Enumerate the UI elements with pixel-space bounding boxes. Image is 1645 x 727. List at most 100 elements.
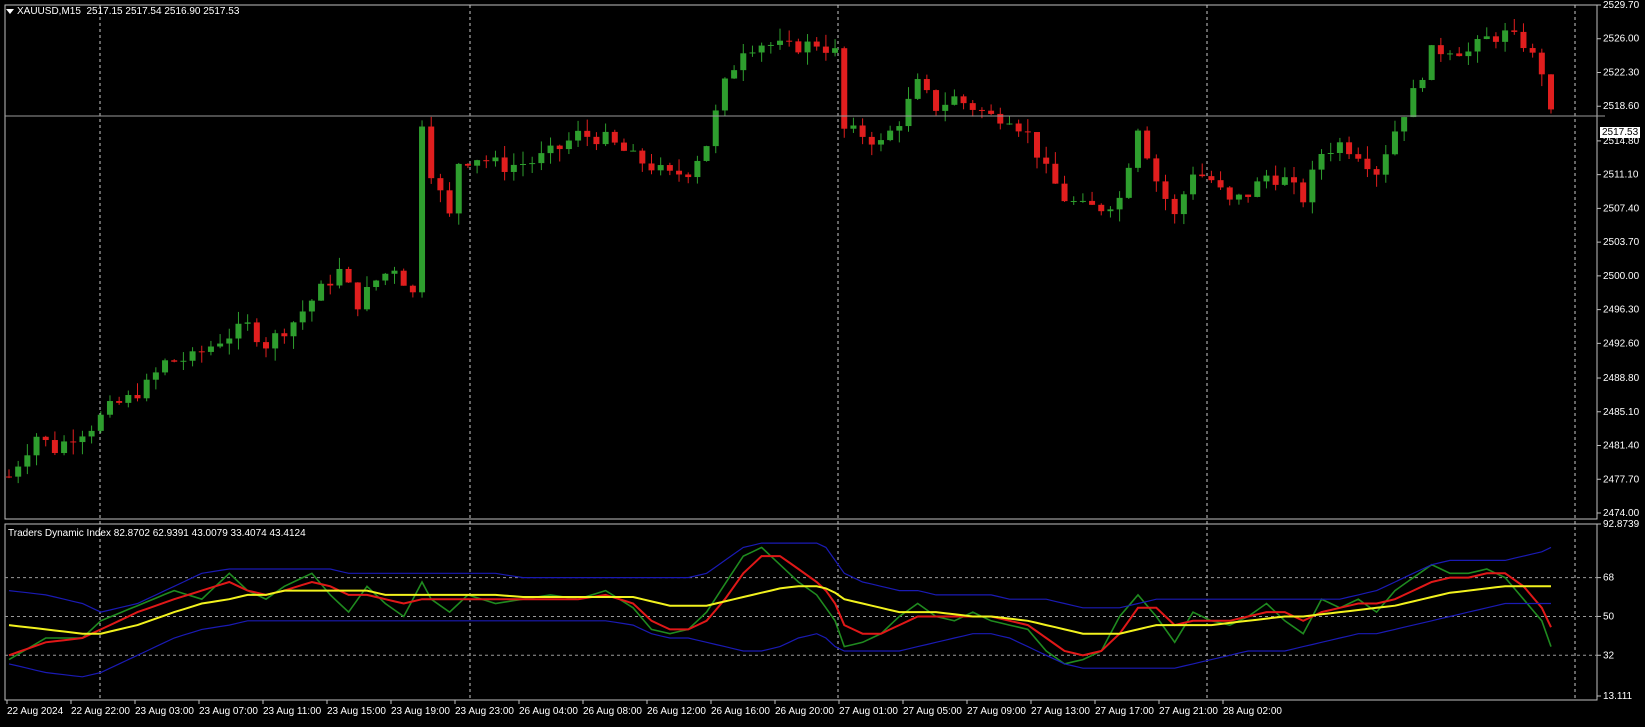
candle-body <box>1043 157 1050 164</box>
candle-body <box>152 372 159 380</box>
indicator-tick-label: 92.8739 <box>1603 519 1640 530</box>
candle-body <box>42 436 49 441</box>
candle-body <box>455 163 462 214</box>
candle-body <box>501 157 508 172</box>
price-tick-label: 2518.60 <box>1603 101 1640 112</box>
candle-body <box>437 178 444 191</box>
candle-body <box>1235 194 1242 200</box>
candle-body <box>611 131 618 143</box>
time-tick-label: 23 Aug 03:00 <box>135 706 194 717</box>
candle-body <box>1327 153 1334 155</box>
candle-body <box>171 360 178 362</box>
candle-body <box>1355 154 1362 159</box>
candle-body <box>969 103 976 110</box>
candle-body <box>666 165 673 171</box>
candle-body <box>1364 158 1371 170</box>
candle-body <box>1098 204 1105 212</box>
candle-body <box>1419 79 1426 89</box>
candle-body <box>272 333 279 349</box>
time-tick-label: 22 Aug 2024 <box>7 706 64 717</box>
price-tick-label: 2503.70 <box>1603 237 1640 248</box>
candle-body <box>914 79 921 99</box>
candle-body <box>1492 36 1499 42</box>
candle-body <box>740 53 747 71</box>
candle-body <box>400 270 407 286</box>
ohlc-values: 2517.15 2517.54 2516.90 2517.53 <box>86 6 240 17</box>
candle-body <box>868 136 875 145</box>
symbol-label: XAUUSD,M15 <box>17 6 81 17</box>
candle-body <box>189 351 196 361</box>
candle-body <box>474 160 481 166</box>
candle-body <box>290 322 297 337</box>
trading-chart[interactable]: 2529.70 2526.00 2522.30 2518.60 2514.80 2511.… <box>0 0 1645 722</box>
candle-body <box>281 333 288 337</box>
candle-body <box>1309 169 1316 203</box>
candle-body <box>97 414 104 431</box>
candle-body <box>547 145 554 154</box>
candle-body <box>1070 201 1077 203</box>
price-tick-label: 2529.70 <box>1603 0 1640 11</box>
candle-body <box>354 282 361 310</box>
candle-body <box>1281 177 1288 185</box>
candle-body <box>116 401 123 403</box>
price-tick-label: 2522.30 <box>1603 67 1640 78</box>
candle-body <box>1116 197 1123 210</box>
candle-body <box>33 436 40 456</box>
candle-body <box>143 379 150 399</box>
price-tick-label: 2474.00 <box>1603 508 1640 519</box>
candle-body <box>520 163 526 165</box>
tdi-market-base-line <box>8 585 1551 635</box>
candle-body <box>419 126 426 293</box>
candle-body <box>1134 130 1141 168</box>
time-tick-label: 26 Aug 20:00 <box>775 706 834 717</box>
time-tick-label: 26 Aug 04:00 <box>519 706 578 717</box>
candle-body <box>620 142 627 151</box>
time-tick-label: 26 Aug 16:00 <box>711 706 770 717</box>
candle-body <box>1171 198 1178 215</box>
candle-body <box>997 113 1004 124</box>
candle-body <box>162 360 169 373</box>
candle-body <box>1465 51 1472 57</box>
chart-canvas[interactable]: 2529.702526.002522.302518.602514.802511.… <box>0 0 1645 722</box>
candle-body <box>198 351 205 353</box>
candle-body <box>676 170 683 175</box>
time-tick-label: 27 Aug 21:00 <box>1159 706 1218 717</box>
candle-body <box>648 163 655 171</box>
candle-body <box>235 323 242 339</box>
candle-body <box>1318 154 1325 170</box>
candle-body <box>1520 31 1527 49</box>
time-tick-label: 27 Aug 13:00 <box>1031 706 1090 717</box>
price-tick-label: 2496.30 <box>1603 305 1640 316</box>
price-tick-label: 2481.40 <box>1603 441 1640 452</box>
price-axis: 2529.702526.002522.302518.602514.802511.… <box>1597 0 1640 519</box>
candle-body <box>510 164 517 172</box>
candle-body <box>538 153 545 164</box>
candle-body <box>1199 174 1206 177</box>
indicator-tick-label: 68 <box>1603 573 1615 584</box>
candle-body <box>106 401 113 415</box>
candle-body <box>1291 177 1297 183</box>
candle-body <box>1300 182 1307 203</box>
candle-body <box>859 125 866 137</box>
time-tick-label: 26 Aug 08:00 <box>583 706 642 717</box>
candle-body <box>327 283 334 286</box>
price-tick-label: 2485.10 <box>1603 407 1640 418</box>
candle-body <box>832 48 839 53</box>
candle-body <box>1079 200 1086 202</box>
candle-body <box>602 131 609 145</box>
candle-body <box>1401 117 1408 132</box>
candle-body <box>207 346 214 352</box>
candle-body <box>217 343 224 347</box>
candle-body <box>382 273 389 281</box>
time-tick-label: 23 Aug 19:00 <box>391 706 450 717</box>
price-tick-label: 2477.70 <box>1603 474 1640 485</box>
candle-body <box>464 163 471 166</box>
time-tick-label: 27 Aug 05:00 <box>903 706 962 717</box>
price-tick-label: 2526.00 <box>1603 34 1640 45</box>
candle-body <box>1180 194 1187 215</box>
candle-body <box>1336 142 1343 154</box>
candle-body <box>630 150 637 152</box>
candle-body <box>15 466 22 477</box>
triangle-down-icon[interactable] <box>6 8 14 14</box>
candle-body <box>446 190 453 214</box>
